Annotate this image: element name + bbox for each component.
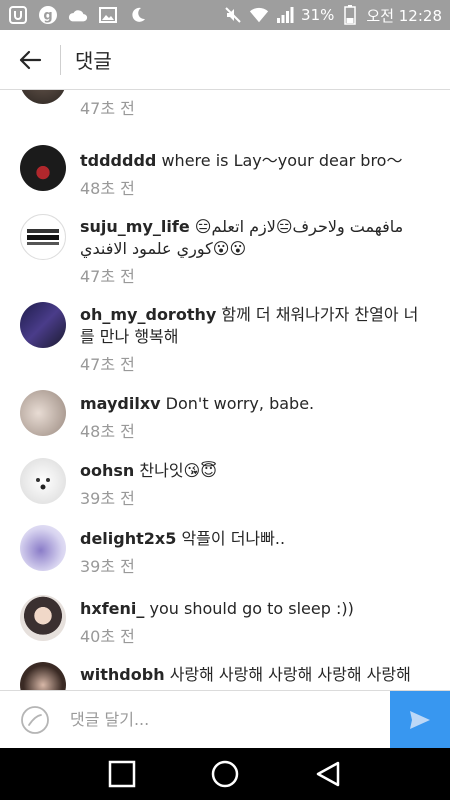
comment-time: 48초 전 xyxy=(80,422,135,441)
comment-time: 47초 전 xyxy=(80,355,135,374)
battery-percent: 31% xyxy=(301,6,335,24)
avatar[interactable] xyxy=(20,302,66,348)
header-divider xyxy=(60,44,61,75)
back-nav-button[interactable] xyxy=(308,754,348,794)
comment-input-bar xyxy=(0,690,450,749)
comment-list[interactable]: 😔😔😔😔 47초 전 tdddddd where is Lay〜your dea… xyxy=(0,90,450,690)
svg-text:g: g xyxy=(43,9,52,24)
comment-text: 사랑해 사랑해 사랑해 사랑해 사랑해 xyxy=(169,665,411,684)
avatar[interactable] xyxy=(20,90,66,104)
comment-username[interactable]: hxfeni_ xyxy=(80,599,144,618)
comment-text: 악플이 더나빠.. xyxy=(181,529,286,548)
comment-username[interactable]: withdobh xyxy=(80,665,165,684)
app-g-icon: g xyxy=(38,5,58,25)
gallery-icon xyxy=(98,5,118,25)
recents-button[interactable] xyxy=(102,754,142,794)
moon-icon xyxy=(128,5,148,25)
comment-time: 47초 전 xyxy=(80,267,135,286)
back-button[interactable] xyxy=(0,30,60,90)
back-triangle-icon xyxy=(317,761,340,787)
app-u-icon xyxy=(8,5,28,25)
comment-text: you should go to sleep :)) xyxy=(149,599,354,618)
comment-text: Don't worry, babe. xyxy=(165,394,315,413)
wifi-icon xyxy=(249,5,269,25)
avatar[interactable] xyxy=(20,390,66,436)
comment-username[interactable]: suju_my_life xyxy=(80,217,190,236)
comment-time: 39초 전 xyxy=(80,489,135,508)
cloud-icon xyxy=(68,5,88,25)
comment-text: 😔😔😔😔 xyxy=(80,90,420,92)
avatar[interactable] xyxy=(20,458,66,504)
comment-username[interactable]: oohsn xyxy=(80,461,134,480)
comment-text: 찬나잇😘😇 xyxy=(139,461,217,480)
comment-text: where is Lay〜your dear bro〜 xyxy=(161,151,403,170)
signal-icon xyxy=(275,5,295,25)
back-arrow-icon xyxy=(19,50,42,69)
send-button[interactable] xyxy=(390,690,450,749)
avatar[interactable] xyxy=(20,595,66,641)
home-circle-icon xyxy=(211,760,239,788)
clock: 오전 12:28 xyxy=(366,6,442,25)
avatar[interactable] xyxy=(20,662,66,690)
recents-square-icon xyxy=(108,760,135,788)
avatar[interactable] xyxy=(20,525,66,571)
page-title: 댓글 xyxy=(75,49,112,73)
home-button[interactable] xyxy=(205,754,245,794)
emoji-icon xyxy=(21,705,49,734)
comment-username[interactable]: maydilxv xyxy=(80,394,161,413)
status-bar: g 31% 오전 12:28 xyxy=(0,0,450,30)
comment-input[interactable] xyxy=(70,690,390,749)
comment-username[interactable]: delight2x5 xyxy=(80,529,176,548)
navigation-bar xyxy=(0,748,450,800)
header: 댓글 xyxy=(0,30,450,90)
emoji-button[interactable] xyxy=(0,691,70,749)
comment-time: 48초 전 xyxy=(80,179,135,198)
comment-time: 39초 전 xyxy=(80,557,135,576)
avatar[interactable] xyxy=(20,214,66,260)
send-icon xyxy=(410,710,430,729)
comment-username[interactable]: tdddddd xyxy=(80,151,156,170)
avatar[interactable] xyxy=(20,145,66,191)
battery-icon xyxy=(340,5,360,25)
comment-username[interactable]: oh_my_dorothy xyxy=(80,305,216,324)
mute-icon xyxy=(223,5,243,25)
comment-time: 40초 전 xyxy=(80,627,135,646)
comment-time: 47초 전 xyxy=(80,99,135,118)
